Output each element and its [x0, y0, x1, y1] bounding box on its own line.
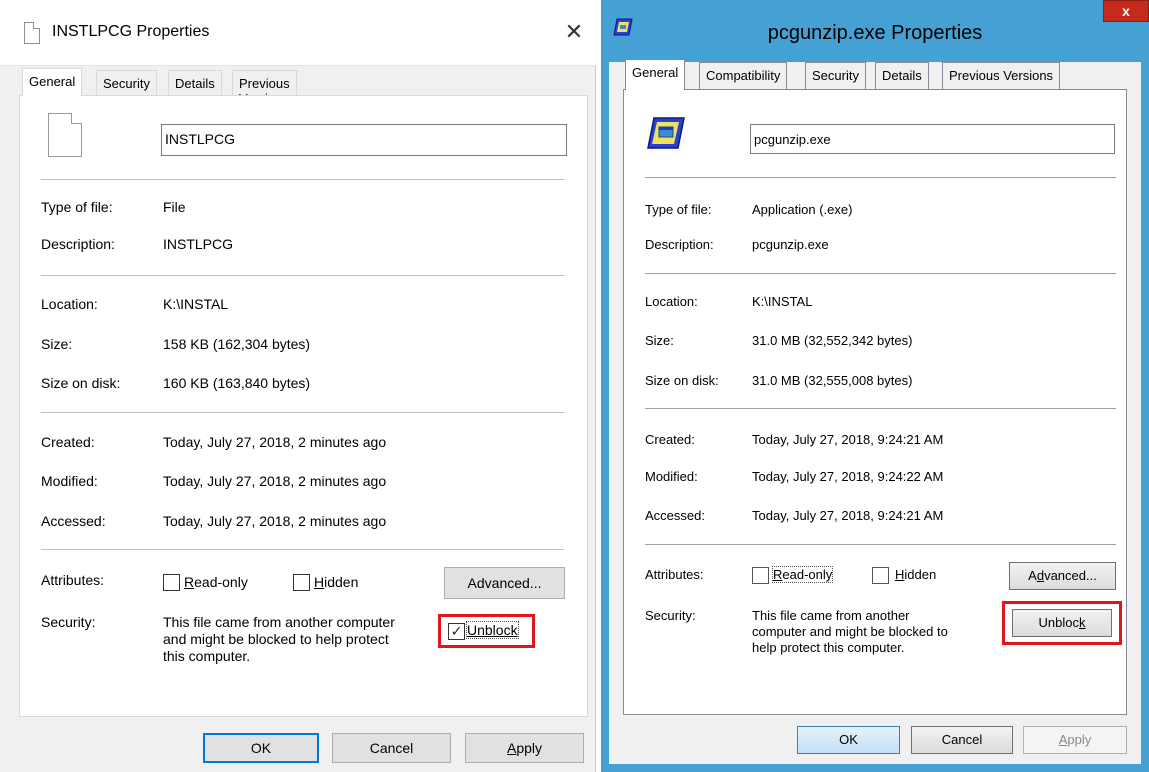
pcgunzip-properties-dialog: pcgunzip.exe Properties x General Compat…: [601, 0, 1149, 772]
close-button[interactable]: x: [1103, 0, 1149, 22]
application-icon: [647, 117, 685, 149]
separator: [645, 273, 1116, 274]
hidden-checkbox[interactable]: [872, 567, 889, 584]
readonly-checkbox[interactable]: [163, 574, 180, 591]
modified-value: Today, July 27, 2018, 2 minutes ago: [163, 473, 387, 489]
type-of-file-value: File: [163, 199, 186, 215]
hidden-label: Hidden: [314, 574, 359, 590]
apply-button: Apply: [1023, 726, 1127, 754]
attributes-label: Attributes:: [41, 572, 105, 588]
readonly-label: Read-only: [184, 574, 248, 590]
advanced-button[interactable]: Advanced...: [444, 567, 565, 599]
size-on-disk-value: 31.0 MB (32,555,008 bytes): [752, 373, 913, 388]
separator: [41, 412, 564, 413]
separator: [41, 179, 564, 180]
size-on-disk-label: Size on disk:: [41, 375, 121, 391]
description-value: INSTLPCG: [163, 236, 234, 252]
tab-general[interactable]: General: [22, 68, 83, 96]
security-message-line: computer and might be blocked to: [752, 624, 948, 639]
cancel-button[interactable]: Cancel: [911, 726, 1013, 754]
description-label: Description:: [41, 236, 115, 252]
dialog-title: pcgunzip.exe Properties: [767, 22, 983, 44]
dialog-title: INSTLPCG Properties: [52, 23, 210, 40]
size-on-disk-label: Size on disk:: [645, 373, 719, 388]
separator: [645, 544, 1116, 545]
description-label: Description:: [645, 237, 714, 252]
separator: [41, 275, 564, 276]
modified-value: Today, July 27, 2018, 9:24:22 AM: [752, 469, 944, 484]
security-label: Security:: [41, 614, 96, 630]
title-bar: INSTLPCG Properties ✕: [0, 0, 596, 66]
security-message-line: this computer.: [163, 648, 251, 664]
hidden-label: Hidden: [895, 567, 937, 582]
file-icon: [48, 113, 82, 157]
file-icon: [24, 22, 40, 44]
accessed-label: Accessed:: [41, 513, 106, 529]
security-message-line: and might be blocked to help protect: [163, 631, 389, 647]
file-name-field[interactable]: INSTLPCG: [161, 124, 567, 156]
unblock-label[interactable]: Unblock: [466, 621, 519, 639]
instlpcg-properties-dialog: INSTLPCG Properties ✕ General Security D…: [0, 0, 596, 772]
security-message: This file came from another computer and…: [752, 608, 948, 656]
security-label: Security:: [645, 608, 696, 623]
advanced-button[interactable]: Advanced...: [1009, 562, 1116, 590]
location-label: Location:: [41, 296, 98, 312]
unblock-button[interactable]: Unblock: [1012, 609, 1112, 637]
dialog-body: General Compatibility Security Details P…: [609, 59, 1141, 764]
tab-details[interactable]: Details: [168, 70, 222, 96]
tab-details[interactable]: Details: [875, 62, 929, 89]
type-of-file-value: Application (.exe): [752, 202, 853, 217]
location-label: Location:: [645, 294, 698, 309]
unblock-highlight: Unblock: [1002, 601, 1122, 645]
apply-button[interactable]: Apply: [465, 733, 584, 763]
cancel-button[interactable]: Cancel: [332, 733, 451, 763]
readonly-label: Read-only: [771, 566, 834, 583]
tab-general[interactable]: General: [625, 59, 686, 90]
separator: [41, 549, 564, 550]
security-message-line: This file came from another computer: [163, 614, 395, 630]
size-label: Size:: [645, 333, 674, 348]
tab-previous-versions[interactable]: Previous Versions: [942, 62, 1061, 89]
tab-previous-versions[interactable]: Previous Versions: [232, 70, 297, 106]
separator: [645, 177, 1116, 178]
type-of-file-label: Type of file:: [645, 202, 712, 217]
hidden-checkbox[interactable]: [293, 574, 310, 591]
unblock-highlight: ✓ Unblock: [438, 614, 535, 648]
general-tab-panel: pcgunzip.exe Type of file: Application (…: [623, 89, 1127, 715]
general-tab-panel: INSTLPCG Type of file: File Description:…: [19, 95, 588, 717]
location-value: K:\INSTAL: [163, 296, 229, 312]
separator: [645, 408, 1116, 409]
description-value: pcgunzip.exe: [752, 237, 829, 252]
tab-compatibility[interactable]: Compatibility: [699, 62, 788, 89]
readonly-checkbox[interactable]: [752, 567, 769, 584]
unblock-checkbox[interactable]: ✓: [448, 623, 465, 640]
modified-label: Modified:: [645, 469, 698, 484]
location-value: K:\INSTAL: [752, 294, 813, 309]
size-label: Size:: [41, 336, 73, 352]
size-on-disk-value: 160 KB (163,840 bytes): [163, 375, 311, 391]
size-value: 31.0 MB (32,552,342 bytes): [752, 333, 913, 348]
attributes-label: Attributes:: [645, 567, 704, 582]
ok-button[interactable]: OK: [203, 733, 319, 763]
close-button[interactable]: ✕: [562, 18, 586, 46]
tab-security[interactable]: Security: [96, 70, 157, 96]
title-bar: pcgunzip.exe Properties x: [601, 0, 1149, 62]
accessed-label: Accessed:: [645, 508, 705, 523]
created-value: Today, July 27, 2018, 9:24:21 AM: [752, 432, 944, 447]
accessed-value: Today, July 27, 2018, 9:24:21 AM: [752, 508, 944, 523]
security-message-line: help protect this computer.: [752, 640, 905, 655]
security-message-line: This file came from another: [752, 608, 910, 623]
file-name-field[interactable]: pcgunzip.exe: [750, 124, 1115, 154]
created-value: Today, July 27, 2018, 2 minutes ago: [163, 434, 387, 450]
accessed-value: Today, July 27, 2018, 2 minutes ago: [163, 513, 387, 529]
type-of-file-label: Type of file:: [41, 199, 113, 215]
ok-button[interactable]: OK: [797, 726, 900, 754]
security-message: This file came from another computer and…: [163, 614, 395, 665]
tab-security[interactable]: Security: [805, 62, 866, 89]
created-label: Created:: [41, 434, 95, 450]
created-label: Created:: [645, 432, 695, 447]
modified-label: Modified:: [41, 473, 98, 489]
size-value: 158 KB (162,304 bytes): [163, 336, 311, 352]
